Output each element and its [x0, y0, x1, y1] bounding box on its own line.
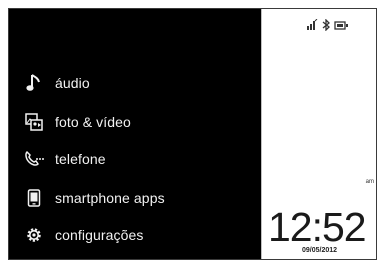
clock-time: 12:52 [268, 204, 367, 250]
am-pm-indicator: am [365, 179, 374, 185]
menu-item-foto-video[interactable]: foto & vídeo [23, 111, 131, 133]
clock-date: 09/05/2012 [302, 247, 338, 254]
main-menu: áudio foto & vídeo telefone smartphone a… [9, 9, 261, 259]
menu-item-smartphone-apps[interactable]: smartphone apps [23, 187, 165, 209]
bluetooth-icon [321, 18, 331, 36]
menu-item-label: áudio [55, 75, 90, 91]
clock-panel: am 12:52 09/05/2012 [261, 9, 376, 259]
music-note-icon [23, 72, 45, 94]
menu-item-label: smartphone apps [55, 190, 165, 206]
menu-item-label: foto & vídeo [55, 114, 131, 130]
menu-item-label: telefone [55, 151, 106, 167]
menu-item-telefone[interactable]: telefone [23, 148, 106, 170]
status-bar [306, 18, 350, 36]
menu-item-configuracoes[interactable]: configurações [23, 224, 143, 246]
infotainment-screen: áudio foto & vídeo telefone smartphone a… [8, 8, 377, 260]
phone-icon [23, 148, 45, 170]
menu-item-audio[interactable]: áudio [23, 72, 90, 94]
battery-icon [334, 18, 350, 36]
photo-video-icon [23, 111, 45, 133]
smartphone-icon [23, 187, 45, 209]
settings-gear-icon [23, 224, 45, 246]
signal-icon [306, 18, 318, 36]
menu-item-label: configurações [55, 227, 144, 243]
